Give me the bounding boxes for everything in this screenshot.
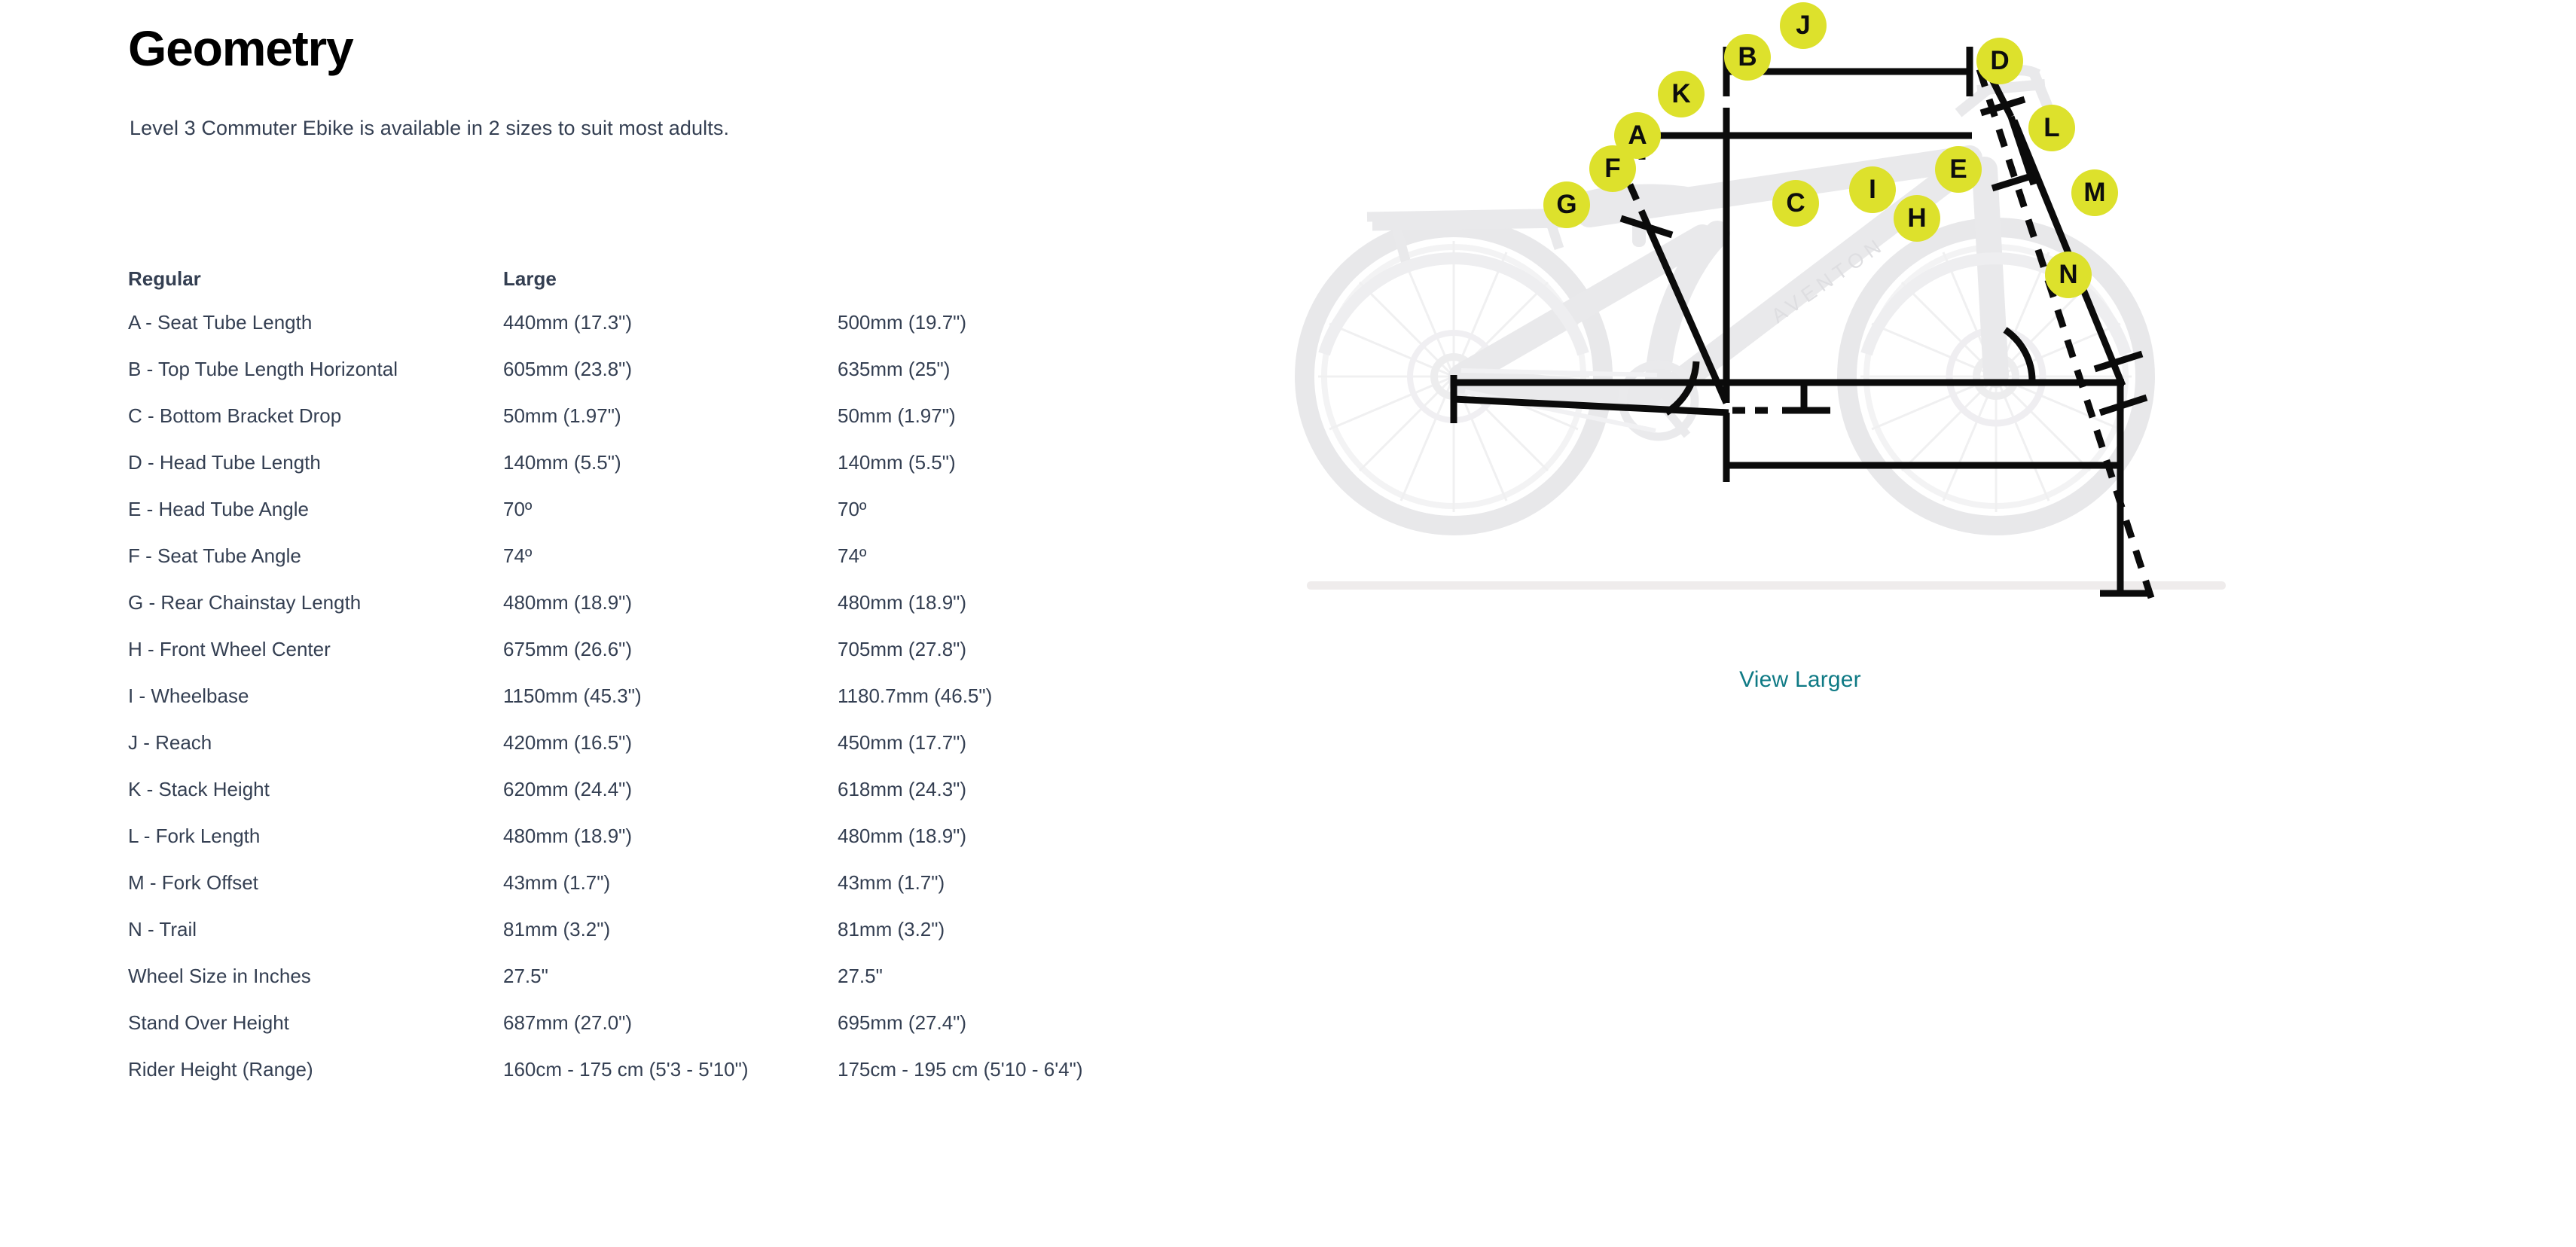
row-value-large: 635mm (25") bbox=[838, 358, 951, 380]
row-value-large: 175cm - 195 cm (5'10 - 6'4") bbox=[838, 1058, 1083, 1081]
table-header-row: Regular Large bbox=[128, 267, 1220, 311]
row-label: L - Fork Length bbox=[128, 825, 261, 847]
row-label: C - Bottom Bracket Drop bbox=[128, 404, 342, 427]
badge-d: D bbox=[1976, 38, 2023, 84]
row-value-regular: 605mm (23.8") bbox=[503, 358, 633, 380]
row-label: D - Head Tube Length bbox=[128, 451, 321, 474]
bike-geometry-illustration: AVENTON bbox=[1235, 0, 2365, 678]
row-value-regular: 160cm - 175 cm (5'3 - 5'10") bbox=[503, 1058, 749, 1081]
row-value-large: 450mm (17.7") bbox=[838, 731, 967, 754]
table-row: A - Seat Tube Length 440mm (17.3") 500mm… bbox=[128, 311, 1220, 358]
table-row: H - Front Wheel Center 675mm (26.6") 705… bbox=[128, 638, 1220, 684]
row-value-regular: 687mm (27.0") bbox=[503, 1011, 633, 1034]
row-label: Wheel Size in Inches bbox=[128, 965, 311, 987]
table-row: C - Bottom Bracket Drop 50mm (1.97") 50m… bbox=[128, 404, 1220, 451]
table-row: B - Top Tube Length Horizontal 605mm (23… bbox=[128, 358, 1220, 404]
row-label: E - Head Tube Angle bbox=[128, 498, 309, 520]
table-row: G - Rear Chainstay Length 480mm (18.9") … bbox=[128, 591, 1220, 638]
row-value-large: 43mm (1.7") bbox=[838, 871, 945, 894]
badge-h: H bbox=[1894, 195, 1940, 242]
badge-j: J bbox=[1780, 2, 1827, 49]
badge-g: G bbox=[1543, 181, 1590, 228]
column-header-regular: Regular bbox=[128, 267, 201, 290]
table-row: Rider Height (Range) 160cm - 175 cm (5'3… bbox=[128, 1058, 1220, 1105]
badge-l: L bbox=[2028, 105, 2075, 151]
table-row: M - Fork Offset 43mm (1.7") 43mm (1.7") bbox=[128, 871, 1220, 918]
column-header-large: Large bbox=[503, 267, 557, 290]
table-row: L - Fork Length 480mm (18.9") 480mm (18.… bbox=[128, 825, 1220, 871]
page-title: Geometry bbox=[128, 20, 354, 76]
row-value-large: 480mm (18.9") bbox=[838, 825, 967, 847]
table-row: F - Seat Tube Angle 74º 74º bbox=[128, 544, 1220, 591]
row-value-regular: 74º bbox=[503, 544, 533, 567]
row-value-large: 705mm (27.8") bbox=[838, 638, 967, 660]
row-value-large: 618mm (24.3") bbox=[838, 778, 967, 800]
view-larger-link[interactable]: View Larger bbox=[1235, 667, 2365, 693]
row-label: N - Trail bbox=[128, 918, 197, 941]
row-value-large: 74º bbox=[838, 544, 867, 567]
table-row: Wheel Size in Inches 27.5" 27.5" bbox=[128, 965, 1220, 1011]
badge-k: K bbox=[1658, 71, 1705, 117]
row-value-regular: 675mm (26.6") bbox=[503, 638, 633, 660]
row-label: F - Seat Tube Angle bbox=[128, 544, 301, 567]
badge-i: I bbox=[1849, 166, 1896, 213]
table-row: K - Stack Height 620mm (24.4") 618mm (24… bbox=[128, 778, 1220, 825]
row-label: Rider Height (Range) bbox=[128, 1058, 313, 1081]
row-value-regular: 140mm (5.5") bbox=[503, 451, 621, 474]
row-label: M - Fork Offset bbox=[128, 871, 258, 894]
table-row: D - Head Tube Length 140mm (5.5") 140mm … bbox=[128, 451, 1220, 498]
row-value-regular: 50mm (1.97") bbox=[503, 404, 621, 427]
row-label: J - Reach bbox=[128, 731, 212, 754]
row-value-large: 500mm (19.7") bbox=[838, 311, 967, 334]
ground-line bbox=[1307, 581, 2226, 590]
geometry-diagram-panel: AVENTON J B D K A L F E G C I M H N View… bbox=[1235, 0, 2365, 753]
row-value-large: 50mm (1.97") bbox=[838, 404, 956, 427]
row-value-regular: 620mm (24.4") bbox=[503, 778, 633, 800]
table-row: E - Head Tube Angle 70º 70º bbox=[128, 498, 1220, 544]
row-value-large: 140mm (5.5") bbox=[838, 451, 956, 474]
row-value-large: 1180.7mm (46.5") bbox=[838, 684, 993, 707]
row-value-large: 480mm (18.9") bbox=[838, 591, 967, 614]
row-value-large: 81mm (3.2") bbox=[838, 918, 945, 941]
table-row: J - Reach 420mm (16.5") 450mm (17.7") bbox=[128, 731, 1220, 778]
row-value-regular: 440mm (17.3") bbox=[503, 311, 633, 334]
badge-f: F bbox=[1589, 145, 1636, 192]
badge-e: E bbox=[1935, 146, 1982, 193]
page-subtitle: Level 3 Commuter Ebike is available in 2… bbox=[130, 117, 730, 139]
row-label: A - Seat Tube Length bbox=[128, 311, 313, 334]
row-value-regular: 480mm (18.9") bbox=[503, 591, 633, 614]
row-label: H - Front Wheel Center bbox=[128, 638, 331, 660]
row-value-large: 70º bbox=[838, 498, 867, 520]
row-label: B - Top Tube Length Horizontal bbox=[128, 358, 398, 380]
row-value-regular: 81mm (3.2") bbox=[503, 918, 611, 941]
row-value-regular: 420mm (16.5") bbox=[503, 731, 633, 754]
row-label: I - Wheelbase bbox=[128, 684, 249, 707]
table-row: Stand Over Height 687mm (27.0") 695mm (2… bbox=[128, 1011, 1220, 1058]
row-value-regular: 1150mm (45.3") bbox=[503, 684, 642, 707]
row-label: Stand Over Height bbox=[128, 1011, 289, 1034]
row-value-regular: 70º bbox=[503, 498, 533, 520]
row-label: K - Stack Height bbox=[128, 778, 270, 800]
geometry-table: Regular Large A - Seat Tube Length 440mm… bbox=[128, 267, 1220, 1105]
row-label: G - Rear Chainstay Length bbox=[128, 591, 362, 614]
table-row: N - Trail 81mm (3.2") 81mm (3.2") bbox=[128, 918, 1220, 965]
badge-c: C bbox=[1772, 180, 1819, 227]
badge-n: N bbox=[2045, 252, 2092, 298]
row-value-regular: 43mm (1.7") bbox=[503, 871, 611, 894]
row-value-regular: 27.5" bbox=[503, 965, 548, 987]
row-value-regular: 480mm (18.9") bbox=[503, 825, 633, 847]
badge-m: M bbox=[2071, 169, 2118, 216]
badge-b: B bbox=[1724, 34, 1771, 81]
row-value-large: 27.5" bbox=[838, 965, 883, 987]
row-value-large: 695mm (27.4") bbox=[838, 1011, 967, 1034]
table-row: I - Wheelbase 1150mm (45.3") 1180.7mm (4… bbox=[128, 684, 1220, 731]
